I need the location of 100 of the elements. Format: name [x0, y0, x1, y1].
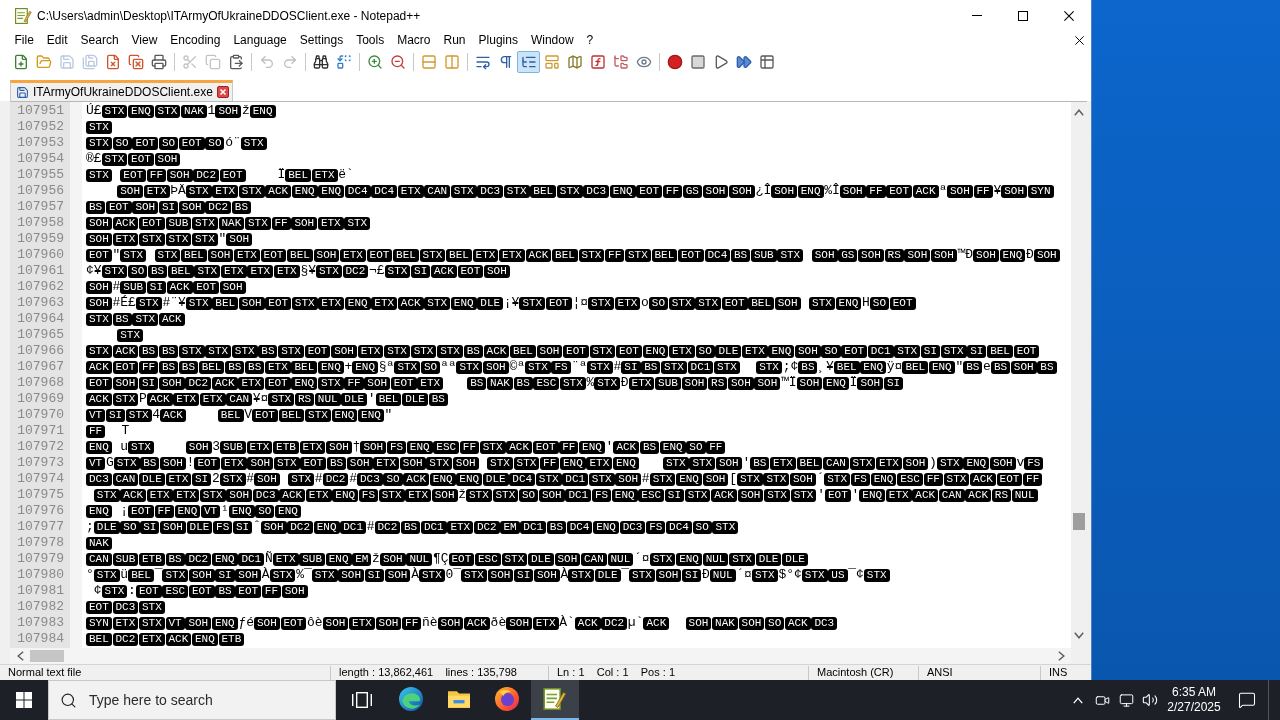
line-number: 107957 [17, 199, 64, 215]
text-line: SOH #É£ STX #¨¥ STX BEL SOH EOT STX ETX ENQ ETX ACK STX ENQ DLE ¡¥ STX EOT ¦¤ STX ETX o SO STX STX EOT BEL SOH STX ENQ H SO EOT [86, 295, 917, 311]
line-number: 107958 [17, 215, 64, 231]
text-line: SOH # SUB SI ACK EOT SOH [86, 279, 247, 295]
menu-item[interactable]: File [8, 32, 41, 49]
clock-time: 6:35 AM [1172, 685, 1216, 700]
line-number: 107970 [17, 407, 64, 423]
scrollbar-thumb[interactable] [1073, 513, 1085, 530]
text-line: ACK STX P ACK ETX ETX CAN ¥¤ STX RS NUL DLE ' BEL DLE BS [86, 391, 449, 407]
taskbar-app-button[interactable] [531, 680, 579, 720]
line-number: 107953 [17, 135, 64, 151]
line-number: 107979 [17, 551, 64, 567]
search-field[interactable]: Type here to search [48, 680, 336, 720]
line-number: 107977 [17, 519, 64, 535]
minimize-icon [972, 15, 982, 16]
text-line: SOH ETX ÞÄ STX ETX STX ACK ENQ ENQ DC4 DC4 ETX CAN STX DC3 STX BEL STX DC3 ENQ EOT FF GS SOH SOH ¿Î SOH ENQ %Î SOH FF EOT ACK ª SOH FF ¥ SOH SYN [86, 183, 1055, 199]
menu-item[interactable]: View [125, 32, 164, 49]
line-number: 107964 [17, 311, 64, 327]
text-line: FF T [86, 423, 130, 439]
menu-item[interactable]: Run [437, 32, 473, 49]
text-line: STX EOT FF SOH DC2 EOT Ï BEL ETX ë` [86, 167, 354, 183]
volume-icon [1142, 692, 1158, 708]
status-text: ANSI [927, 666, 953, 679]
notepad-icon [543, 688, 567, 710]
menu-item[interactable]: Plugins [472, 32, 525, 49]
menu-item[interactable]: Edit [40, 32, 75, 49]
text-line: BS EOT SOH SI SOH DC2 BS [86, 199, 252, 215]
search-icon [60, 691, 77, 709]
line-number: 107976 [17, 503, 64, 519]
status-text: Macintosh (CR) [817, 666, 894, 679]
scroll-right-icon[interactable] [1057, 651, 1065, 661]
browser-icon [399, 687, 423, 711]
line-number: 107978 [17, 535, 64, 551]
line-number: 107954 [17, 151, 64, 167]
menu-item[interactable]: Macro [390, 32, 437, 49]
line-number: 107967 [17, 359, 64, 375]
close-icon [1074, 36, 1084, 45]
menu-item[interactable]: Language [226, 32, 294, 49]
text-line: VT G STX BS SOH ! EOT ETX SOH STX EOT BS SOH ETX SOH STX SOH STX STX FF ENQ ETX ENQ STX STX SOH ' BS ETX BEL CAN STX ETX SOH ) STX ENQ SOH v FS [86, 455, 1045, 471]
scrollbar-thumb[interactable] [30, 650, 64, 662]
line-number: 107965 [17, 327, 64, 343]
menu-item[interactable]: ? [580, 32, 600, 49]
text-line: STX ACK BS BS STX STX STX BS STX EOT SOH ETX STX STX STX BS ACK BEL SOH EOT STX EOT ENQ ETX SO DLE ETX ENQ SOH SO EOT DC1 STX SI STX SI BEL EOT [86, 343, 1041, 359]
text-line: BEL DC2 ETX ACK ENQ ETB [86, 631, 245, 647]
menu-item[interactable]: Search [74, 32, 126, 49]
line-number: 107971 [17, 423, 64, 439]
text-line: STX BS STX ACK [86, 311, 186, 327]
scroll-up-icon[interactable] [1074, 109, 1084, 116]
status-text: length : 13,862,461 lines : 135,798 [339, 666, 517, 679]
line-number: 107956 [17, 183, 64, 199]
folder-icon [448, 690, 470, 708]
status-text: INS [1049, 666, 1068, 679]
menu-item[interactable]: Tools [349, 32, 391, 49]
menu-item[interactable]: Encoding [163, 32, 227, 49]
text-line: ° STX ü BEL ¯ STX SOH SI SOH À STX %¯ STX SOH SI SOH À STX 0¯ STX SOH SI SOH À STX DLE ¯ STX SOH SI Ð NUL ´¤ STX $°¢ STX US ¯¢ STX [86, 567, 891, 583]
text-line: EOT " STX STX BEL SOH ETX EOT BEL SOH ETX EOT BEL STX BEL ETX ETX ACK BEL STX FF STX BEL EOT DC4 BS SUB STX SOH GS SOH RS SOH SOH ™Ð SOH ENQ Ð SOH [86, 247, 1061, 263]
line-number: 107955 [17, 167, 64, 183]
text-line: STX ACK ETX ETX STX SOH DC3 ACK ETX ENQ FS STX ETX SOH ž STX STX SO SOH DC1 FS ENQ ESC SI STX ACK SOH STX STX ' EOT ' ENQ ETX ACK CAN ACK RS NUL [86, 487, 1039, 503]
menu-item[interactable]: Window [524, 32, 581, 49]
scroll-left-icon[interactable] [17, 651, 24, 661]
status-text: Normal text file [8, 666, 82, 679]
task-view-icon [351, 692, 372, 708]
line-number: 107975 [17, 487, 64, 503]
line-number: 107974 [17, 471, 64, 487]
text-line: EOT DC3 STX [86, 599, 166, 615]
line-number: 107983 [17, 615, 64, 631]
line-number: 107981 [17, 583, 64, 599]
text-line: DC3 CAN DLE ETX SI 2 STX # SOH STX # DC2 # DC3 SO ACK ENQ ENQ DLE DC4 STX DC1 STX SOH # STX ENQ SOH [ STX STX SOH ´ STX FS ENQ ESC FF STX ACK EOT FF [86, 471, 1043, 487]
line-number: 107966 [17, 343, 64, 359]
line-number: 107984 [17, 631, 64, 647]
clock-date: 2/27/2025 [1167, 700, 1221, 715]
text-line: ¢ STX : EOT ESC EOT BS EOT FF SOH [86, 583, 309, 599]
maximize-icon [1018, 10, 1028, 21]
line-number: 107961 [17, 263, 64, 279]
line-number: 107968 [17, 375, 64, 391]
text-line: STX SO EOT SO EOT SO ó¨ STX [86, 135, 268, 151]
menu-item[interactable]: Settings [293, 32, 350, 49]
text-line: ENQ ¡ EOT FF ENQ VT ¹ ENQ SO ENQ [86, 503, 302, 519]
file-tab[interactable]: ITArmyOfUkraineDDOSClient.exe [10, 80, 233, 101]
speech-bubble-icon [1238, 691, 1256, 709]
text-line: STX [86, 327, 144, 343]
chevron-up-icon [1073, 696, 1083, 704]
horizontal-scrollbar[interactable] [10, 648, 1071, 664]
notepad-icon [15, 7, 32, 24]
text-line: Ú£ STX ENQ STX NAK 1 SOH ž ENQ [86, 103, 277, 119]
text-line: CAN SUB ETB BS DC2 ENQ DC1 Ñ ETX SUB ENQ EM ž SOH NUL ¶Ç EOT ESC STX DLE SOH CAN NUL ´¤ STX ENQ NUL STX DLE DLE [86, 551, 809, 567]
line-number: 107962 [17, 279, 64, 295]
monitor-icon [1118, 692, 1134, 708]
line-number: 107973 [17, 455, 64, 471]
scroll-down-icon[interactable] [1074, 632, 1084, 639]
text-line: EOT SOH SI SOH DC2 ACK ETX EOT ENQ STX FF SOH EOT ETX BS NAK BS ESC STX % STX Ð ETX SUB SOH RS SOH SOH ™Ï SOH ENQ Ï SOH SI [86, 375, 904, 391]
close-icon [1063, 10, 1074, 21]
status-text: Ln : 1 Col : 1 Pos : 1 [557, 666, 675, 679]
text-line: ®£ STX EOT SOH [86, 151, 182, 167]
close-document-button[interactable] [1072, 33, 1086, 48]
line-number: 107952 [17, 119, 64, 135]
line-number: 107969 [17, 391, 64, 407]
text-line: VT SI STX 4 ACK BEL V EOT BEL STX ENQ ENQ " [86, 407, 393, 423]
text-line: SOH ETX STX STX STX " SOH [86, 231, 253, 247]
text-line: ACK EOT FF BS BS BEL BS BS ETX BEL ENQ + ENQ §ª STX SO ªª STX SOH ©ª STX FS ¨ª STX # SI BS STX DC1 STX STX ;¢ BS ¸¥ BEL ENQ ÿ¤ BEL ENQ " BS e BS SOH BS [86, 359, 1058, 375]
